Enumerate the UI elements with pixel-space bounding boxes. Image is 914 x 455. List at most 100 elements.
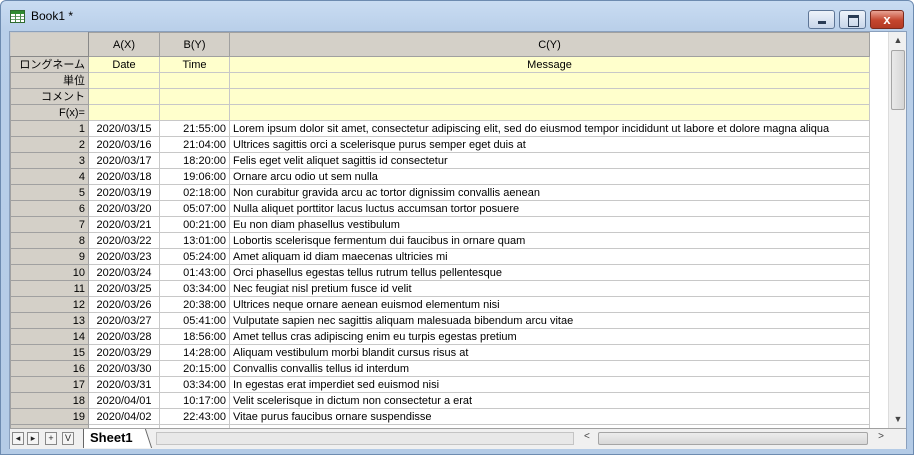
long-name-cell-b[interactable]: Time bbox=[159, 56, 230, 73]
long-name-cell-c[interactable]: Message bbox=[229, 56, 870, 73]
date-cell[interactable]: 2020/03/27 bbox=[88, 312, 160, 329]
table-row[interactable]: 19 2020/04/02 22:43:00 Vitae purus faucibus… bbox=[10, 408, 870, 425]
close-button[interactable]: x bbox=[870, 10, 904, 29]
time-cell[interactable]: 05:24:00 bbox=[159, 248, 230, 265]
date-cell[interactable]: 2020/03/29 bbox=[88, 344, 160, 361]
column-header-a[interactable]: A(X) bbox=[88, 32, 160, 57]
vertical-scrollbar[interactable]: ▲ ▼ bbox=[888, 32, 906, 428]
row-number[interactable]: 16 bbox=[10, 360, 89, 377]
row-number[interactable]: 3 bbox=[10, 152, 89, 169]
row-number[interactable]: 4 bbox=[10, 168, 89, 185]
table-row[interactable]: 9 2020/03/23 05:24:00 Amet aliquam id diam … bbox=[10, 248, 870, 265]
prev-sheet-button[interactable]: ◂ bbox=[12, 432, 24, 445]
time-cell[interactable]: 21:04:00 bbox=[159, 136, 230, 153]
time-cell[interactable]: 22:43:00 bbox=[159, 408, 230, 425]
date-cell[interactable]: 2020/03/15 bbox=[88, 120, 160, 137]
scroll-left-arrow-icon[interactable]: < bbox=[584, 431, 590, 442]
vertical-scroll-thumb[interactable] bbox=[891, 50, 905, 110]
table-row[interactable]: 12 2020/03/26 20:38:00 Ultrices neque ornar… bbox=[10, 296, 870, 313]
time-cell[interactable]: 00:21:00 bbox=[159, 216, 230, 233]
tab-sheet1[interactable]: Sheet1 bbox=[83, 429, 145, 448]
comment-cell-c[interactable] bbox=[229, 88, 870, 105]
next-sheet-button[interactable]: ▸ bbox=[27, 432, 39, 445]
unit-cell-a[interactable] bbox=[88, 72, 160, 89]
table-row[interactable]: 16 2020/03/30 20:15:00 Convallis convallis … bbox=[10, 360, 870, 377]
unit-cell-c[interactable] bbox=[229, 72, 870, 89]
message-cell[interactable]: Ultrices neque ornare aenean euismod ele… bbox=[229, 296, 870, 313]
row-number[interactable]: 9 bbox=[10, 248, 89, 265]
message-cell[interactable]: Ultrices sagittis orci a scelerisque pur… bbox=[229, 136, 870, 153]
message-cell[interactable]: Amet tellus cras adipiscing enim eu turp… bbox=[229, 328, 870, 345]
row-number[interactable]: 14 bbox=[10, 328, 89, 345]
row-number[interactable]: 5 bbox=[10, 184, 89, 201]
column-header-b[interactable]: B(Y) bbox=[159, 32, 230, 57]
date-cell[interactable]: 2020/03/16 bbox=[88, 136, 160, 153]
table-row[interactable]: 7 2020/03/21 00:21:00 Eu non diam phasellus… bbox=[10, 216, 870, 233]
date-cell[interactable]: 2020/03/28 bbox=[88, 328, 160, 345]
date-cell[interactable]: 2020/03/24 bbox=[88, 264, 160, 281]
table-row[interactable]: 17 2020/03/31 03:34:00 In egestas erat impe… bbox=[10, 376, 870, 393]
date-cell[interactable]: 2020/03/26 bbox=[88, 296, 160, 313]
date-cell[interactable]: 2020/03/20 bbox=[88, 200, 160, 217]
maximize-button[interactable] bbox=[839, 10, 866, 29]
message-cell[interactable]: Orci phasellus egestas tellus rutrum tel… bbox=[229, 264, 870, 281]
fx-cell-a[interactable] bbox=[88, 104, 160, 121]
date-cell[interactable]: 2020/04/02 bbox=[88, 408, 160, 425]
time-cell[interactable]: 14:28:00 bbox=[159, 344, 230, 361]
row-number[interactable]: 8 bbox=[10, 232, 89, 249]
date-cell[interactable]: 2020/03/19 bbox=[88, 184, 160, 201]
row-number[interactable]: 2 bbox=[10, 136, 89, 153]
table-row[interactable]: 18 2020/04/01 10:17:00 Velit scelerisque in… bbox=[10, 392, 870, 409]
column-header-c[interactable]: C(Y) bbox=[229, 32, 870, 57]
message-cell[interactable]: Vitae purus faucibus ornare suspendisse bbox=[229, 408, 870, 425]
message-cell[interactable]: Convallis convallis tellus id interdum bbox=[229, 360, 870, 377]
message-cell[interactable]: Nec feugiat nisl pretium fusce id velit bbox=[229, 280, 870, 297]
time-cell[interactable]: 01:43:00 bbox=[159, 264, 230, 281]
date-cell[interactable]: 2020/03/25 bbox=[88, 280, 160, 297]
row-number[interactable]: 11 bbox=[10, 280, 89, 297]
message-cell[interactable]: Amet aliquam id diam maecenas ultricies … bbox=[229, 248, 870, 265]
row-number[interactable]: 1 bbox=[10, 120, 89, 137]
message-cell[interactable]: Nulla aliquet porttitor lacus luctus acc… bbox=[229, 200, 870, 217]
row-number[interactable]: 19 bbox=[10, 408, 89, 425]
comment-cell-a[interactable] bbox=[88, 88, 160, 105]
table-row[interactable]: 15 2020/03/29 14:28:00 Aliquam vestibulum m… bbox=[10, 344, 870, 361]
row-number[interactable]: 6 bbox=[10, 200, 89, 217]
table-row[interactable]: 13 2020/03/27 05:41:00 Vulputate sapien nec… bbox=[10, 312, 870, 329]
scroll-right-arrow-icon[interactable]: > bbox=[878, 431, 884, 442]
time-cell[interactable]: 20:38:00 bbox=[159, 296, 230, 313]
row-number[interactable]: 15 bbox=[10, 344, 89, 361]
message-cell[interactable]: Non curabitur gravida arcu ac tortor dig… bbox=[229, 184, 870, 201]
message-cell[interactable]: Lorem ipsum dolor sit amet, consectetur … bbox=[229, 120, 870, 137]
horizontal-scrollbar[interactable]: < > bbox=[576, 429, 888, 449]
time-cell[interactable]: 19:06:00 bbox=[159, 168, 230, 185]
date-cell[interactable]: 2020/03/21 bbox=[88, 216, 160, 233]
time-cell[interactable]: 03:34:00 bbox=[159, 376, 230, 393]
table-row[interactable]: 10 2020/03/24 01:43:00 Orci phasellus egest… bbox=[10, 264, 870, 281]
table-row[interactable]: 6 2020/03/20 05:07:00 Nulla aliquet porttit… bbox=[10, 200, 870, 217]
scroll-up-arrow-icon[interactable]: ▲ bbox=[889, 32, 907, 49]
table-row[interactable]: 11 2020/03/25 03:34:00 Nec feugiat nisl pre… bbox=[10, 280, 870, 297]
time-cell[interactable]: 18:20:00 bbox=[159, 152, 230, 169]
message-cell[interactable]: Velit scelerisque in dictum non consecte… bbox=[229, 392, 870, 409]
time-cell[interactable]: 03:34:00 bbox=[159, 280, 230, 297]
tab-scroll-splitter[interactable] bbox=[156, 432, 574, 445]
worksheet-grid-icon[interactable] bbox=[10, 10, 25, 23]
message-cell[interactable]: Vulputate sapien nec sagittis aliquam ma… bbox=[229, 312, 870, 329]
row-number[interactable]: 7 bbox=[10, 216, 89, 233]
message-cell[interactable]: Ornare arcu odio ut sem nulla bbox=[229, 168, 870, 185]
date-cell[interactable]: 2020/03/31 bbox=[88, 376, 160, 393]
row-label-fx[interactable]: F(x)= bbox=[10, 104, 89, 121]
date-cell[interactable]: 2020/03/30 bbox=[88, 360, 160, 377]
date-cell[interactable]: 2020/03/18 bbox=[88, 168, 160, 185]
table-row[interactable]: 8 2020/03/22 13:01:00 Lobortis scelerisque … bbox=[10, 232, 870, 249]
date-cell[interactable]: 2020/03/17 bbox=[88, 152, 160, 169]
time-cell[interactable]: 20:15:00 bbox=[159, 360, 230, 377]
date-cell[interactable]: 2020/04/01 bbox=[88, 392, 160, 409]
time-cell[interactable]: 21:55:00 bbox=[159, 120, 230, 137]
row-number[interactable]: 12 bbox=[10, 296, 89, 313]
table-row[interactable]: 5 2020/03/19 02:18:00 Non curabitur gravida… bbox=[10, 184, 870, 201]
message-cell[interactable]: Eu non diam phasellus vestibulum bbox=[229, 216, 870, 233]
time-cell[interactable]: 05:07:00 bbox=[159, 200, 230, 217]
long-name-cell-a[interactable]: Date bbox=[88, 56, 160, 73]
